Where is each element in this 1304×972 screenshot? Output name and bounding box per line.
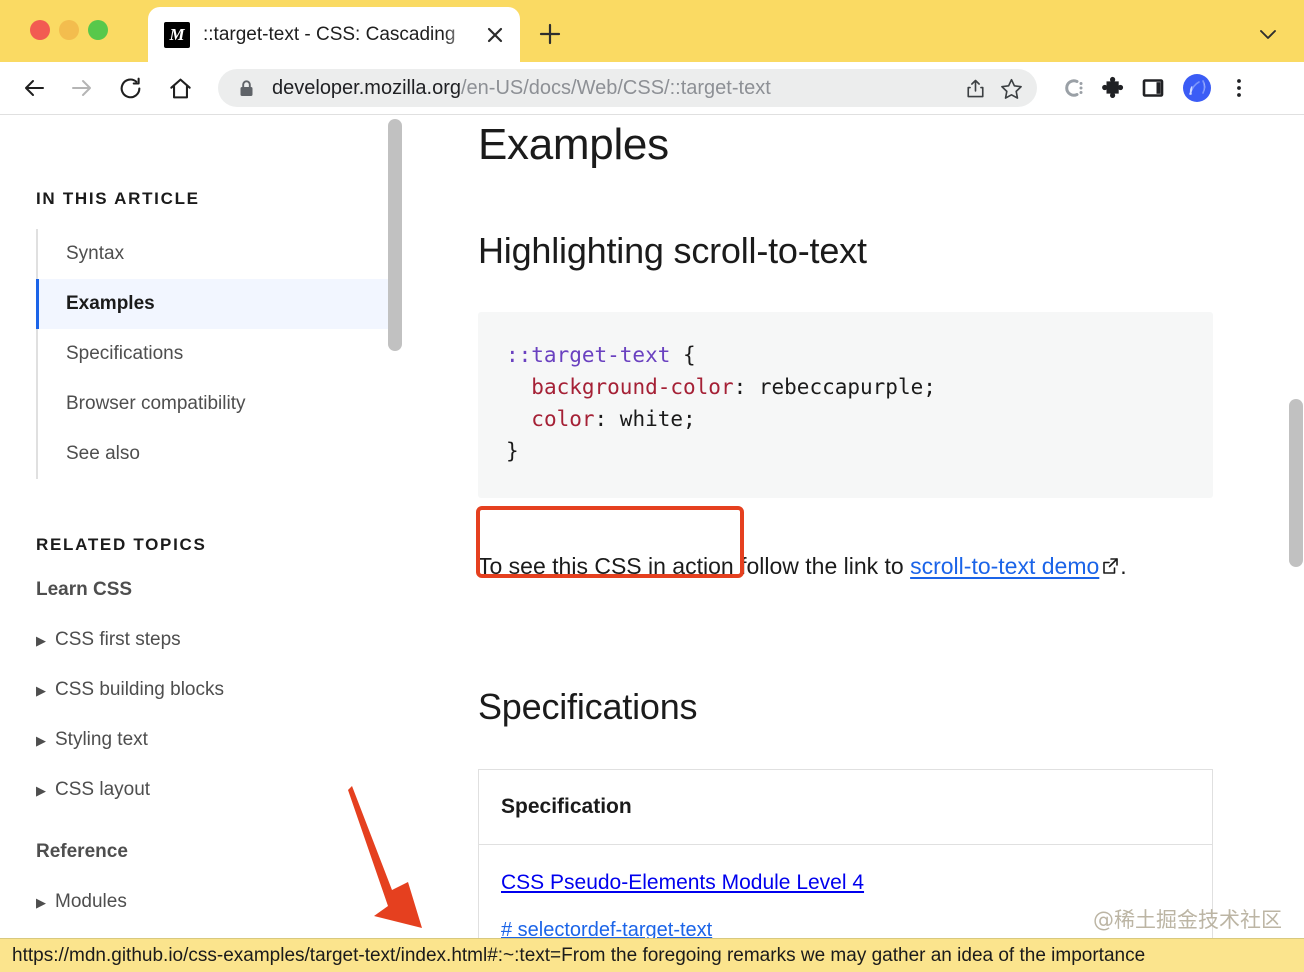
three-dot-menu-icon[interactable] [1219, 68, 1259, 108]
sidebar-item-modules[interactable]: ▶ Modules [36, 891, 388, 913]
caret-right-icon: ▶ [36, 632, 46, 648]
code-selector: ::target-text [506, 343, 671, 367]
mdn-favicon: M [164, 21, 190, 48]
lock-icon [238, 79, 256, 98]
caret-right-icon: ▶ [36, 732, 46, 748]
code-property-color: color [531, 406, 595, 431]
page-scrollbar-thumb[interactable] [1289, 399, 1303, 567]
chevron-down-icon[interactable] [1252, 18, 1284, 50]
section-heading-highlighting: Highlighting scroll-to-text [478, 230, 867, 271]
page-title: Examples [478, 120, 669, 169]
star-icon[interactable] [993, 70, 1029, 106]
code-property-background-color: background-color [531, 374, 734, 399]
sidebar-item-label: CSS building blocks [55, 679, 224, 700]
browser-window: M ::target-text - CSS: Cascading develop… [0, 0, 1304, 972]
maximize-window-button[interactable] [88, 20, 108, 40]
related-topics-heading: RELATED TOPICS [36, 535, 207, 554]
sidebar-item-label: CSS layout [55, 779, 151, 800]
side-panel-icon[interactable] [1133, 68, 1173, 108]
code-brace-open: { [670, 343, 696, 367]
page-scrollbar[interactable] [1285, 115, 1304, 972]
window-traffic-lights [30, 20, 108, 40]
section-heading-specifications: Specifications [478, 685, 698, 727]
demo-text-before: To see this CSS in action follow the lin… [478, 552, 911, 579]
sidebar-item-browser-compatibility[interactable]: Browser compatibility [38, 379, 388, 429]
home-icon[interactable] [160, 68, 200, 108]
sidebar-item-css-building-blocks[interactable]: ▶ CSS building blocks [36, 679, 388, 701]
code-value-rebeccapurple: : rebeccapurple; [733, 374, 936, 399]
code-value-white: : white; [594, 406, 696, 431]
forward-arrow-icon [62, 68, 102, 108]
caret-right-icon: ▶ [36, 682, 46, 698]
toc-label: See also [66, 443, 140, 464]
toc-label: Examples [66, 293, 155, 314]
table-of-contents: Syntax Examples Specifications Browser c… [36, 229, 388, 479]
colorzilla-icon[interactable] [1053, 68, 1093, 108]
sidebar-item-specifications[interactable]: Specifications [38, 329, 388, 379]
code-block: ::target-text { background-color: rebecc… [478, 312, 1213, 498]
url-domain: developer.mozilla.org [272, 76, 461, 99]
sidebar-item-css-layout[interactable]: ▶ CSS layout [36, 779, 388, 801]
status-bar-url: https://mdn.github.io/css-examples/targe… [0, 938, 1304, 972]
toc-label: Syntax [66, 243, 125, 264]
watermark: @稀土掘金技术社区 [1093, 908, 1282, 932]
share-icon[interactable] [957, 70, 993, 106]
puzzle-piece-icon[interactable] [1093, 68, 1133, 108]
toc-label: Browser compatibility [66, 393, 246, 414]
sidebar-scrollbar[interactable] [386, 115, 404, 972]
article-sidebar: IN THIS ARTICLE Syntax Examples Specific… [0, 115, 388, 972]
reload-icon[interactable] [110, 68, 150, 108]
close-tab-icon[interactable] [482, 22, 508, 48]
profile-avatar-icon[interactable] [1177, 68, 1217, 108]
demo-paragraph: To see this CSS in action follow the lin… [478, 548, 1223, 587]
in-this-article-heading: IN THIS ARTICLE [36, 189, 200, 208]
toc-label: Specifications [66, 343, 184, 364]
sidebar-item-label: CSS first steps [55, 629, 181, 650]
new-tab-button[interactable] [534, 18, 566, 50]
demo-text-after: . [1120, 552, 1127, 579]
external-link-icon [1100, 550, 1120, 587]
code-brace-close: } [506, 438, 519, 463]
minimize-window-button[interactable] [59, 20, 79, 40]
caret-right-icon: ▶ [36, 894, 46, 910]
sidebar-item-examples[interactable]: Examples [36, 279, 388, 329]
sidebar-scrollbar-thumb[interactable] [388, 119, 402, 351]
back-arrow-icon[interactable] [14, 68, 54, 108]
browser-tab[interactable]: M ::target-text - CSS: Cascading [148, 7, 520, 62]
sidebar-item-css-first-steps[interactable]: ▶ CSS first steps [36, 629, 388, 651]
tab-strip: M ::target-text - CSS: Cascading [0, 0, 1304, 62]
tab-title: ::target-text - CSS: Cascading [203, 23, 456, 45]
column-header-specification: Specification [478, 769, 1213, 845]
sidebar-item-label: Styling text [55, 729, 148, 750]
scroll-to-text-demo-link[interactable]: scroll-to-text demo [910, 553, 1099, 579]
url-path: /en-US/docs/Web/CSS/::target-text [461, 76, 771, 99]
sidebar-item-label: Modules [55, 891, 127, 912]
caret-right-icon: ▶ [36, 782, 46, 798]
address-bar-text: developer.mozilla.org/en-US/docs/Web/CSS… [272, 77, 957, 100]
table-header-row: Specification [478, 769, 1213, 845]
address-bar[interactable]: developer.mozilla.org/en-US/docs/Web/CSS… [218, 69, 1037, 107]
close-window-button[interactable] [30, 20, 50, 40]
article-content: Examples Highlighting scroll-to-text ::t… [478, 115, 1238, 972]
sidebar-group-learn-css: Learn CSS [36, 579, 133, 600]
sidebar-group-reference: Reference [36, 841, 128, 862]
sidebar-item-styling-text[interactable]: ▶ Styling text [36, 729, 388, 751]
sidebar-item-syntax[interactable]: Syntax [38, 229, 388, 279]
sidebar-item-see-also[interactable]: See also [38, 429, 388, 479]
browser-toolbar: developer.mozilla.org/en-US/docs/Web/CSS… [0, 62, 1304, 114]
page-viewport: IN THIS ARTICLE Syntax Examples Specific… [0, 114, 1304, 972]
spec-link-css-pseudo-elements-4[interactable]: CSS Pseudo-Elements Module Level 4 [501, 871, 864, 894]
